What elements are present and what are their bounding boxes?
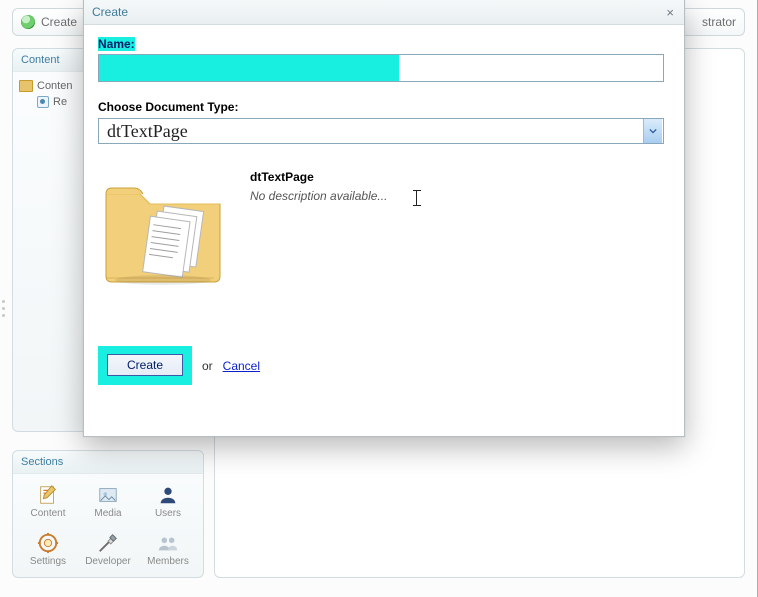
- or-text: or: [202, 359, 213, 373]
- text-cursor-icon: [413, 190, 421, 206]
- section-label: Developer: [85, 556, 131, 567]
- document-type-select[interactable]: dtTextPage: [98, 118, 664, 144]
- cancel-link[interactable]: Cancel: [223, 359, 260, 373]
- dialog-titlebar[interactable]: Create ×: [84, 0, 684, 25]
- tree-root-label: Conten: [37, 80, 72, 92]
- preview-subtitle: No description available...: [250, 189, 387, 203]
- document-type-preview-icon: [98, 166, 228, 286]
- document-type-label: Choose Document Type:: [98, 100, 670, 114]
- developer-icon: [97, 532, 119, 554]
- section-settings[interactable]: Settings: [19, 526, 77, 572]
- users-icon: [157, 484, 179, 506]
- node-icon: [37, 96, 49, 108]
- section-label: Content: [30, 508, 65, 519]
- section-label: Media: [94, 508, 121, 519]
- top-toolbar-left-label: Create: [41, 15, 77, 29]
- section-developer[interactable]: Developer: [79, 526, 137, 572]
- document-type-value: dtTextPage: [99, 121, 643, 142]
- dialog-title: Create: [92, 5, 128, 19]
- section-members[interactable]: Members: [139, 526, 197, 572]
- section-content[interactable]: Content: [19, 478, 77, 524]
- section-users[interactable]: Users: [139, 478, 197, 524]
- close-icon[interactable]: ×: [664, 5, 676, 20]
- settings-icon: [37, 532, 59, 554]
- create-button[interactable]: Create: [107, 354, 183, 376]
- top-toolbar-right-label: strator: [702, 15, 736, 29]
- section-media[interactable]: Media: [79, 478, 137, 524]
- resize-grip[interactable]: [2, 300, 5, 317]
- members-icon: [157, 532, 179, 554]
- section-label: Members: [147, 556, 189, 567]
- name-label: Name:: [98, 37, 135, 51]
- create-dialog: Create × Name: Choose Document Type: dtT…: [83, 0, 685, 437]
- globe-icon: [21, 15, 35, 29]
- preview-title: dtTextPage: [250, 170, 421, 184]
- sections-panel-title: Sections: [13, 451, 203, 474]
- tree-child-label: Re: [53, 96, 67, 108]
- content-icon: [37, 484, 59, 506]
- section-label: Users: [155, 508, 181, 519]
- chevron-down-icon[interactable]: [643, 119, 662, 143]
- folder-icon: [19, 80, 33, 92]
- section-label: Settings: [30, 556, 66, 567]
- sections-panel: Sections Content Media Users: [12, 450, 204, 578]
- name-input[interactable]: [98, 54, 664, 82]
- media-icon: [97, 484, 119, 506]
